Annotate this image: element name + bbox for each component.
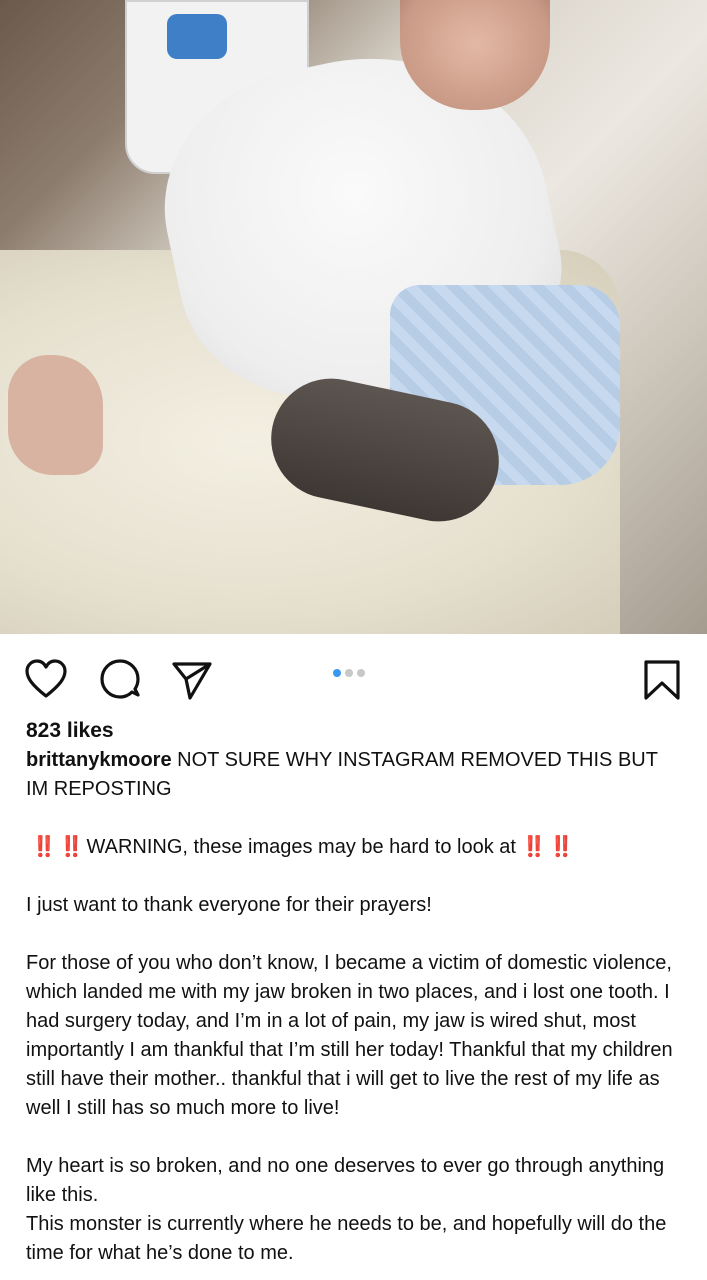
caption-first-line: brittanykmoore NOT SURE WHY INSTAGRAM RE…: [26, 746, 681, 804]
caption-username[interactable]: brittanykmoore: [26, 749, 172, 771]
paper-plane-icon[interactable]: [170, 658, 214, 702]
heart-icon[interactable]: [24, 658, 68, 702]
caption-paragraph-heart: My heart is so broken, and no one deserv…: [26, 1155, 665, 1206]
caption-paragraph-thanks: I just want to thank everyone for their …: [26, 894, 432, 916]
warning-line: ‼️ ‼️ WARNING, these images may be hard …: [26, 833, 681, 862]
carousel-dot-active: [333, 669, 341, 677]
warning-emoji-left: ‼️: [31, 836, 57, 858]
caption-paragraph-monster: This monster is currently where he needs…: [26, 1213, 667, 1264]
bookmark-icon[interactable]: [640, 658, 684, 702]
warning-emoji-left-2: ‼️: [59, 836, 84, 858]
carousel-indicator: [333, 669, 365, 677]
likes-count[interactable]: 823 likes: [26, 716, 681, 746]
post-content: 823 likes brittanykmoore NOT SURE WHY IN…: [0, 716, 707, 1268]
post-actions-bar: [0, 634, 707, 716]
post-photo[interactable]: [0, 0, 707, 634]
comment-icon[interactable]: [99, 658, 143, 702]
warning-emoji-right: ‼️: [521, 836, 547, 858]
carousel-dot: [357, 669, 365, 677]
photo-hand: [8, 355, 103, 475]
warning-text: WARNING, these images may be hard to loo…: [86, 836, 516, 858]
warning-emoji-right-2: ‼️: [548, 836, 574, 858]
carousel-dot: [345, 669, 353, 677]
caption-paragraph-story: For those of you who don’t know, I becam…: [26, 952, 673, 1119]
